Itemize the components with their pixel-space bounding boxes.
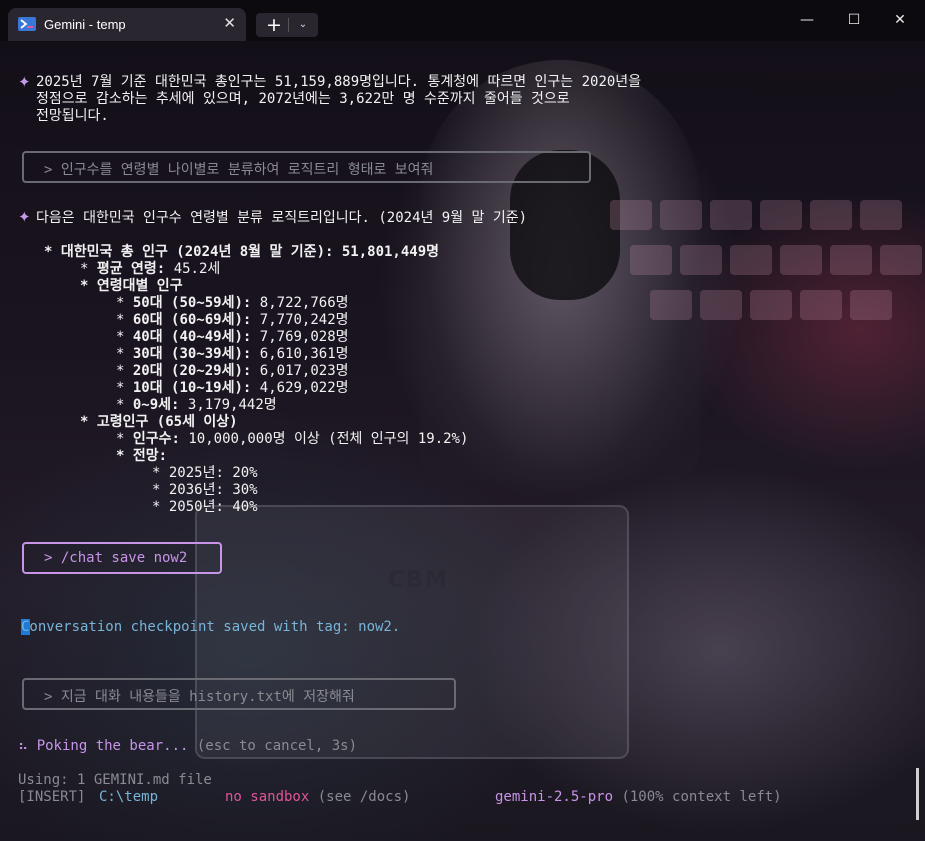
previous-prompt-box: > 인구수를 연령별 나이별로 분류하여 로직트리 형태로 보여줘: [22, 151, 591, 183]
outlook-value: 20%: [232, 465, 258, 481]
background-cbm-logo: CBM: [388, 568, 449, 593]
tree-age-group-header: * 연령대별 인구: [80, 278, 183, 294]
tree-elderly-header: * 고령인구 (65세 이상): [80, 414, 238, 430]
age-label: 0~9세:: [132, 397, 180, 413]
age-value: 4,629,022명: [259, 380, 349, 396]
age-value: 3,179,442명: [187, 397, 277, 413]
age-label: 40대 (40~49세):: [132, 329, 252, 345]
age-label: 30대 (30~39세):: [132, 346, 252, 362]
close-window-button[interactable]: ✕: [890, 12, 910, 28]
tree-age-item: * 0~9세: 3,179,442명: [116, 397, 277, 413]
age-value: 7,770,242명: [259, 312, 349, 328]
tree-outlook-item: * 2050년: 40%: [152, 499, 258, 515]
tree-age-item: * 40대 (40~49세): 7,769,028명: [116, 329, 349, 345]
new-tab-group: + ⌄: [256, 13, 318, 37]
tab-dropdown-chevron-icon[interactable]: ⌄: [292, 13, 314, 37]
context-files-info: Using: 1 GEMINI.md file: [18, 772, 212, 788]
tree-elderly-count: * 인구수: 10,000,000명 이상 (전체 인구의 19.2%): [116, 431, 469, 447]
sandbox-status: no sandbox (see /docs): [225, 789, 410, 806]
tab-close-icon[interactable]: ✕: [223, 14, 236, 32]
age-label: 60대 (60~69세):: [132, 312, 252, 328]
response-line: 전망됩니다.: [36, 108, 109, 124]
tree-age-item: * 60대 (60~69세): 7,770,242명: [116, 312, 349, 328]
prompt-input-text[interactable]: > 지금 대화 내용들을 history.txt에 저장해줘: [44, 686, 355, 706]
tree-elderly-label: 고령인구 (65세 이상): [96, 414, 238, 430]
background-keyboard: [600, 190, 925, 390]
new-tab-button[interactable]: +: [262, 13, 286, 37]
age-label: 10대 (10~19세):: [132, 380, 252, 396]
tree-age-item: * 50대 (50~59세): 8,722,766명: [116, 295, 349, 311]
model-name: gemini-2.5-pro: [495, 789, 614, 805]
age-value: 6,610,361명: [259, 346, 349, 362]
sandbox-label: no sandbox: [225, 789, 310, 805]
prompt-input-box[interactable]: > 지금 대화 내용들을 history.txt에 저장해줘: [22, 678, 456, 710]
tree-age-item: * 30대 (30~39세): 6,610,361명: [116, 346, 349, 362]
title-bar: Gemini - temp ✕ + ⌄ — ☐ ✕: [0, 0, 925, 41]
tree-age-item: * 20대 (20~29세): 6,017,023명: [116, 363, 349, 379]
tree-age-group-label: 연령대별 인구: [96, 278, 183, 294]
age-value: 8,722,766명: [259, 295, 349, 311]
spinner-icon: ⠦: [18, 738, 29, 754]
age-value: 6,017,023명: [259, 363, 349, 379]
outlook-year: 2036년:: [168, 482, 224, 498]
terminal-window: CBM Gemini - temp ✕ + ⌄ — ☐ ✕ ✦ 2025년 7월…: [0, 0, 925, 841]
age-label: 20대 (20~29세):: [132, 363, 252, 379]
minimize-button[interactable]: —: [797, 12, 817, 28]
chat-save-prompt-box: > /chat save now2: [22, 542, 222, 574]
tree-outlook-label: 전망:: [132, 448, 168, 464]
scrollbar-thumb[interactable]: [916, 768, 919, 820]
maximize-button[interactable]: ☐: [844, 12, 864, 28]
tree-outlook-header: * 전망:: [116, 448, 168, 464]
tree-avg-age: * 평균 연령: 45.2세: [80, 261, 221, 277]
current-directory: C:\temp: [99, 789, 159, 805]
previous-prompt-text: > 인구수를 연령별 나이별로 분류하여 로직트리 형태로 보여줘: [44, 162, 434, 178]
tree-avg-value: 45.2세: [173, 261, 221, 277]
tree-root-value: 51,801,449명: [341, 244, 440, 260]
chat-save-prompt-text: > /chat save now2: [44, 550, 188, 566]
model-status: gemini-2.5-pro (100% context left): [495, 789, 782, 806]
spinner-hint: (esc to cancel, 3s): [196, 738, 358, 754]
tree-elderly-count-label: 인구수:: [132, 431, 180, 447]
outlook-value: 40%: [232, 499, 258, 515]
response-intro: 다음은 대한민국 인구수 연령별 분류 로직트리입니다. (2024년 9월 말…: [36, 210, 528, 226]
tree-root-label: 대한민국 총 인구 (2024년 8월 말 기준):: [60, 244, 334, 260]
response-line: 정점으로 감소하는 추세에 있으며, 2072년에는 3,622만 명 수준까지…: [36, 91, 570, 107]
tree-elderly-count-value: 10,000,000명 이상 (전체 인구의 19.2%): [188, 431, 469, 447]
divider: [288, 18, 289, 32]
gemini-sparkle-icon: ✦: [18, 208, 31, 226]
tab-gemini-temp[interactable]: Gemini - temp ✕: [8, 8, 246, 41]
tree-age-item: * 10대 (10~19세): 4,629,022명: [116, 380, 349, 396]
tree-outlook-item: * 2025년: 20%: [152, 465, 258, 481]
terminal-app-icon: [18, 17, 36, 31]
age-value: 7,769,028명: [259, 329, 349, 345]
tree-outlook-item: * 2036년: 30%: [152, 482, 258, 498]
gemini-sparkle-icon: ✦: [18, 73, 31, 91]
checkpoint-status-message: Conversation checkpoint saved with tag: …: [21, 619, 401, 635]
vim-mode-indicator: [INSERT]: [18, 789, 86, 805]
tree-avg-label: 평균 연령:: [96, 261, 166, 277]
outlook-year: 2050년:: [168, 499, 224, 515]
sandbox-hint: (see /docs): [317, 789, 411, 805]
spinner-text: Poking the bear...: [36, 738, 189, 754]
tree-root: * 대한민국 총 인구 (2024년 8월 말 기준): 51,801,449명: [44, 244, 440, 260]
context-left: (100% context left): [621, 789, 782, 805]
age-label: 50대 (50~59세):: [132, 295, 252, 311]
loading-indicator: ⠦ Poking the bear... (esc to cancel, 3s): [18, 738, 357, 755]
outlook-year: 2025년:: [168, 465, 224, 481]
outlook-value: 30%: [232, 482, 258, 498]
response-line: 2025년 7월 기준 대한민국 총인구는 51,159,889명입니다. 통계…: [36, 74, 642, 90]
tab-title: Gemini - temp: [44, 17, 126, 32]
